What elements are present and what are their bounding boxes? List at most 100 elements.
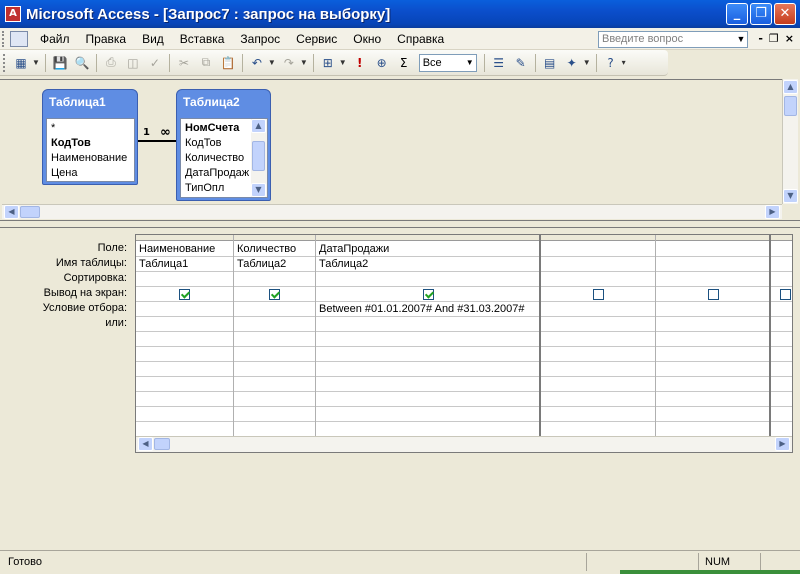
grid-cell-empty[interactable] xyxy=(771,407,792,422)
table2-title[interactable]: Таблица2 xyxy=(177,90,270,112)
grid-cell-field[interactable]: Количество xyxy=(234,242,315,257)
grid-cell-sort[interactable] xyxy=(234,272,315,287)
grid-cell-empty[interactable] xyxy=(316,392,539,407)
view-dropdown-icon[interactable]: ▼ xyxy=(32,58,40,67)
grid-cell-empty[interactable] xyxy=(541,332,655,347)
grid-cell-sort[interactable] xyxy=(771,272,792,287)
menu-file[interactable]: Файл xyxy=(32,32,78,46)
access-app-icon[interactable]: A xyxy=(5,6,21,22)
grid-cell-empty[interactable] xyxy=(771,347,792,362)
show-checkbox-cell[interactable] xyxy=(136,287,233,302)
redo-dropdown-icon[interactable]: ▼ xyxy=(300,58,308,67)
print-icon[interactable]: ⎙ xyxy=(101,53,121,73)
grid-hscroll[interactable]: ◀ ▶ xyxy=(136,436,792,452)
undo-dropdown-icon[interactable]: ▼ xyxy=(268,58,276,67)
table2-field-nomscheta[interactable]: НомСчета xyxy=(181,121,251,136)
scroll-thumb[interactable] xyxy=(252,141,265,171)
close-button[interactable]: ✕ xyxy=(774,3,796,25)
grid-cell-empty[interactable] xyxy=(541,362,655,377)
grid-cell-criteria[interactable] xyxy=(234,302,315,317)
grid-cell-empty[interactable] xyxy=(316,362,539,377)
menu-help[interactable]: Справка xyxy=(389,32,452,46)
document-window-icon[interactable] xyxy=(10,30,28,47)
grid-cell-empty[interactable] xyxy=(316,347,539,362)
redo-icon[interactable]: ↷ xyxy=(279,53,299,73)
grid-cell-empty[interactable] xyxy=(234,392,315,407)
grid-cell-sort[interactable] xyxy=(656,272,769,287)
spelling-icon[interactable]: ✓ xyxy=(145,53,165,73)
grid-cell-empty[interactable] xyxy=(771,392,792,407)
grid-cell-sort[interactable] xyxy=(316,272,539,287)
scroll-thumb[interactable] xyxy=(784,96,797,116)
grid-cell-table[interactable] xyxy=(541,257,655,272)
scroll-thumb[interactable] xyxy=(154,438,170,450)
table-pane-hscroll[interactable]: ◀ ▶ xyxy=(2,204,782,219)
grid-cell-table[interactable] xyxy=(771,257,792,272)
scroll-down-icon[interactable]: ▼ xyxy=(251,183,266,197)
grid-cell-sort[interactable] xyxy=(541,272,655,287)
grid-cell-empty[interactable] xyxy=(541,347,655,362)
table2-scrollbar[interactable]: ▲ ▼ xyxy=(251,119,267,197)
ask-question-input[interactable]: Введите вопрос xyxy=(598,31,748,48)
grid-cell-field[interactable] xyxy=(771,242,792,257)
scroll-left-icon[interactable]: ◀ xyxy=(4,205,19,219)
grid-cell-empty[interactable] xyxy=(656,407,769,422)
table2-field-dataprodazh[interactable]: ДатаПродаж xyxy=(181,166,251,181)
top-values-select[interactable]: Все ▼ xyxy=(418,53,477,72)
show-checkbox[interactable] xyxy=(708,289,719,300)
table1-field-tsena[interactable]: Цена xyxy=(47,166,134,181)
print-preview-icon[interactable]: ◫ xyxy=(123,53,143,73)
show-checkbox[interactable] xyxy=(780,289,791,300)
show-checkbox-cell[interactable] xyxy=(541,287,655,302)
grid-cell-criteria[interactable]: Between #01.01.2007# And #31.03.2007# xyxy=(316,302,539,317)
grid-cell-table[interactable]: Таблица2 xyxy=(316,257,539,272)
grid-column[interactable] xyxy=(771,235,792,437)
grid-cell-table[interactable]: Таблица1 xyxy=(136,257,233,272)
run-icon[interactable]: ! xyxy=(350,53,370,73)
totals-icon[interactable]: Σ xyxy=(394,53,414,73)
menu-view[interactable]: Вид xyxy=(134,32,172,46)
grid-cell-empty[interactable] xyxy=(771,362,792,377)
grid-cell-empty[interactable] xyxy=(656,332,769,347)
grid-column[interactable]: ДатаПродажи Таблица2 Between #01.01.2007# … xyxy=(316,235,541,437)
undo-icon[interactable]: ↶ xyxy=(247,53,267,73)
grid-column[interactable] xyxy=(541,235,656,437)
help-icon[interactable]: ? xyxy=(601,53,621,73)
grid-cell-empty[interactable] xyxy=(541,407,655,422)
query-type-dropdown-icon[interactable]: ▼ xyxy=(339,58,347,67)
grid-cell-empty[interactable] xyxy=(541,422,655,437)
menu-query[interactable]: Запрос xyxy=(232,32,288,46)
grid-cell-empty[interactable] xyxy=(316,377,539,392)
menu-window[interactable]: Окно xyxy=(345,32,389,46)
save-icon[interactable]: 💾 xyxy=(50,53,70,73)
grid-cell-empty[interactable] xyxy=(316,422,539,437)
grid-cell-empty[interactable] xyxy=(234,377,315,392)
database-window-icon[interactable]: ▤ xyxy=(540,53,560,73)
grid-cell-empty[interactable] xyxy=(316,407,539,422)
grid-cell-empty[interactable] xyxy=(771,422,792,437)
grid-cell-empty[interactable] xyxy=(136,407,233,422)
build-icon[interactable]: ✎ xyxy=(511,53,531,73)
show-checkbox-cell[interactable] xyxy=(771,287,792,302)
toolbar-grip[interactable] xyxy=(3,53,7,72)
table2-field-tipopl[interactable]: ТипОпл xyxy=(181,181,251,196)
show-table-icon[interactable]: ⊕ xyxy=(372,53,392,73)
grid-cell-empty[interactable] xyxy=(234,362,315,377)
grid-cell-or[interactable] xyxy=(656,317,769,332)
grid-cell-criteria[interactable] xyxy=(136,302,233,317)
grid-cell-or[interactable] xyxy=(136,317,233,332)
menu-insert[interactable]: Вставка xyxy=(172,32,233,46)
relationship-join-line[interactable] xyxy=(138,140,176,142)
properties-icon[interactable]: ☰ xyxy=(489,53,509,73)
show-checkbox-cell[interactable] xyxy=(656,287,769,302)
grid-cell-field[interactable] xyxy=(541,242,655,257)
chevron-down-icon[interactable]: ▼ xyxy=(464,55,476,71)
grid-cell-or[interactable] xyxy=(541,317,655,332)
field-list-table2[interactable]: Таблица2 НомСчета КодТов Количество Дата… xyxy=(176,89,271,201)
grid-column[interactable]: Количество Таблица2 xyxy=(234,235,316,437)
grid-cell-empty[interactable] xyxy=(234,407,315,422)
mdi-close-button[interactable]: × xyxy=(785,32,794,45)
menu-edit[interactable]: Правка xyxy=(78,32,135,46)
table-pane[interactable]: Таблица1 * КодТов Наименование Цена 1 ∞ … xyxy=(0,79,782,204)
show-checkbox-cell[interactable] xyxy=(316,287,539,302)
